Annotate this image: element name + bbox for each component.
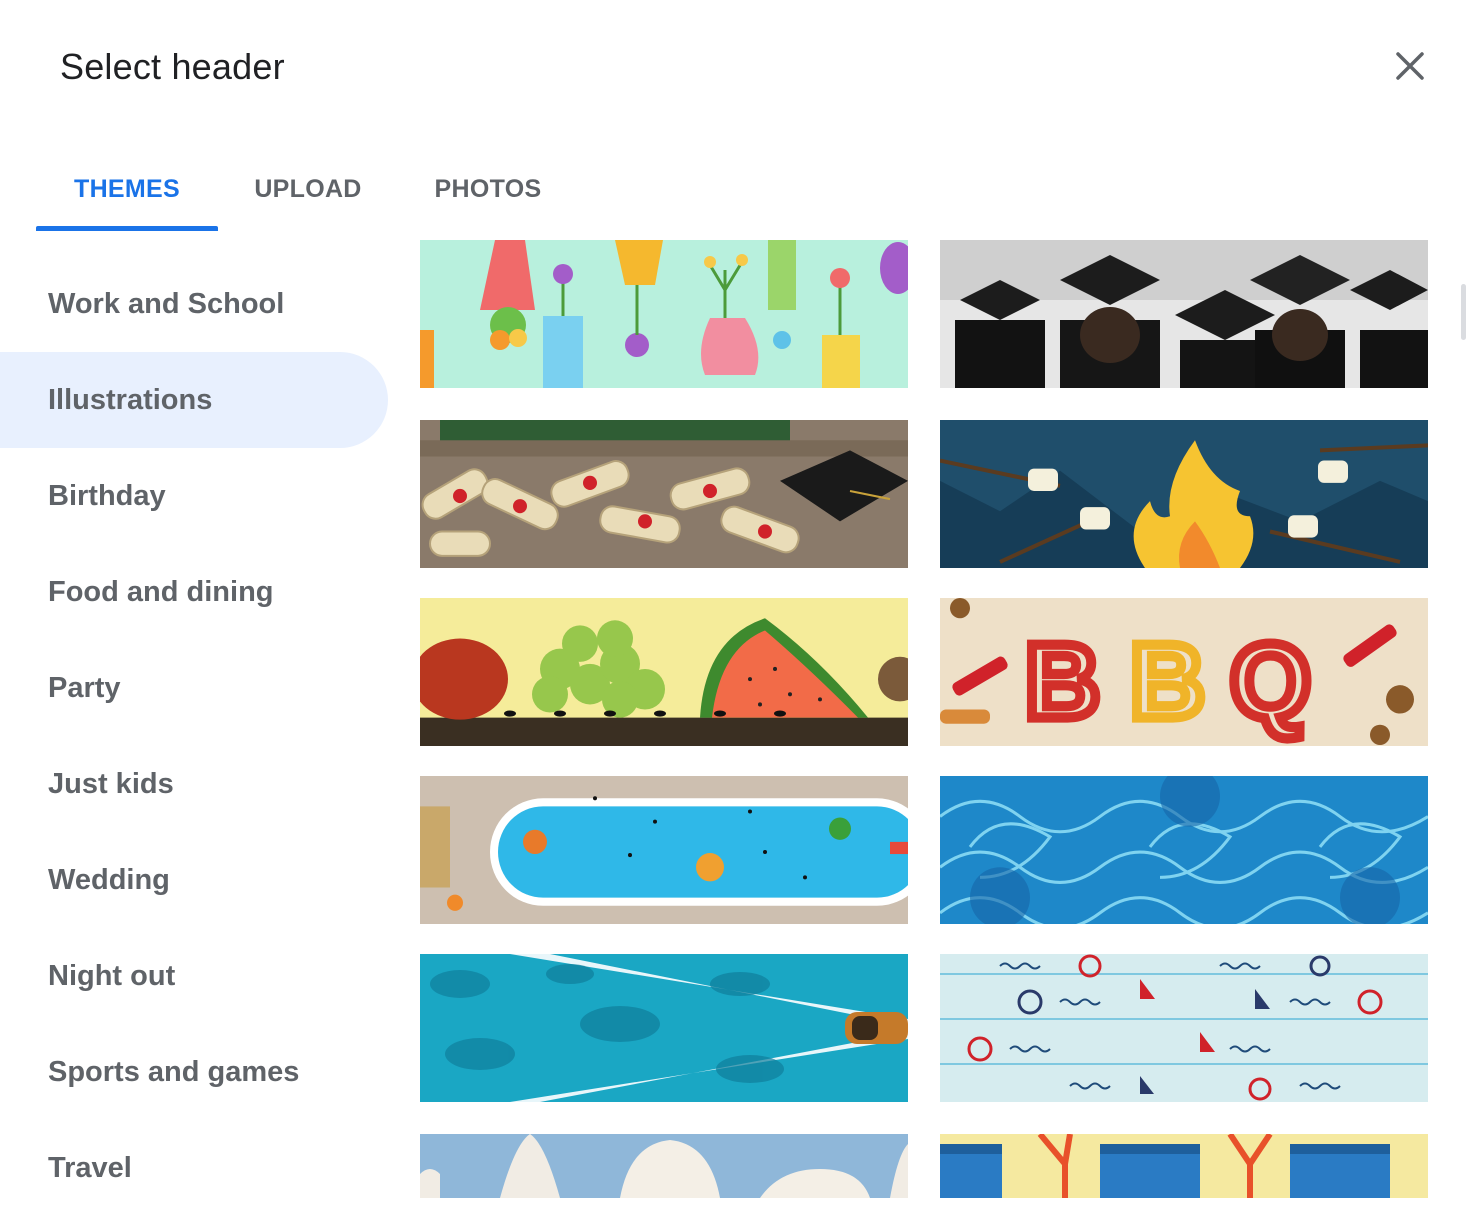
header-picnic-ants[interactable]: [420, 598, 908, 746]
svg-text:B: B: [1130, 623, 1205, 741]
header-graduation-caps[interactable]: [940, 240, 1428, 388]
tab-themes[interactable]: THEMES: [36, 150, 218, 228]
header-sand-buckets[interactable]: [940, 1134, 1428, 1198]
header-speedboat-water[interactable]: [420, 954, 908, 1102]
tab-photos[interactable]: PHOTOS: [398, 150, 578, 228]
header-ocean-waves[interactable]: [940, 776, 1428, 924]
category-work-and-school[interactable]: Work and School: [0, 256, 390, 352]
category-night-out[interactable]: Night out: [0, 928, 390, 1024]
category-food-and-dining[interactable]: Food and dining: [0, 544, 390, 640]
tab-upload[interactable]: UPLOAD: [218, 150, 398, 228]
header-seashells[interactable]: [420, 1134, 908, 1198]
category-travel[interactable]: Travel: [0, 1120, 390, 1216]
category-just-kids[interactable]: Just kids: [0, 736, 390, 832]
header-flower-pots[interactable]: [420, 240, 908, 388]
bbq-letters-b: B: [1025, 623, 1100, 741]
close-icon: [1396, 52, 1424, 80]
category-list: Work and School Illustrations Birthday F…: [0, 256, 390, 1216]
category-sports-and-games[interactable]: Sports and games: [0, 1024, 390, 1120]
dialog-title: Select header: [60, 46, 285, 87]
category-birthday[interactable]: Birthday: [0, 448, 390, 544]
svg-text:Q: Q: [1230, 623, 1311, 741]
category-wedding[interactable]: Wedding: [0, 832, 390, 928]
scrollbar-thumb[interactable]: [1461, 284, 1466, 340]
category-party[interactable]: Party: [0, 640, 390, 736]
header-nautical-pattern[interactable]: [940, 954, 1428, 1102]
header-diploma-scrolls[interactable]: [420, 420, 908, 568]
header-campfire-marshmallows[interactable]: [940, 420, 1428, 568]
tab-bar: THEMES UPLOAD PHOTOS: [36, 150, 636, 232]
close-button[interactable]: [1386, 42, 1434, 90]
header-bbq[interactable]: B B Q: [940, 598, 1428, 746]
category-illustrations[interactable]: Illustrations: [0, 352, 388, 448]
active-tab-indicator: [36, 226, 218, 231]
header-swimming-pool[interactable]: [420, 776, 908, 924]
